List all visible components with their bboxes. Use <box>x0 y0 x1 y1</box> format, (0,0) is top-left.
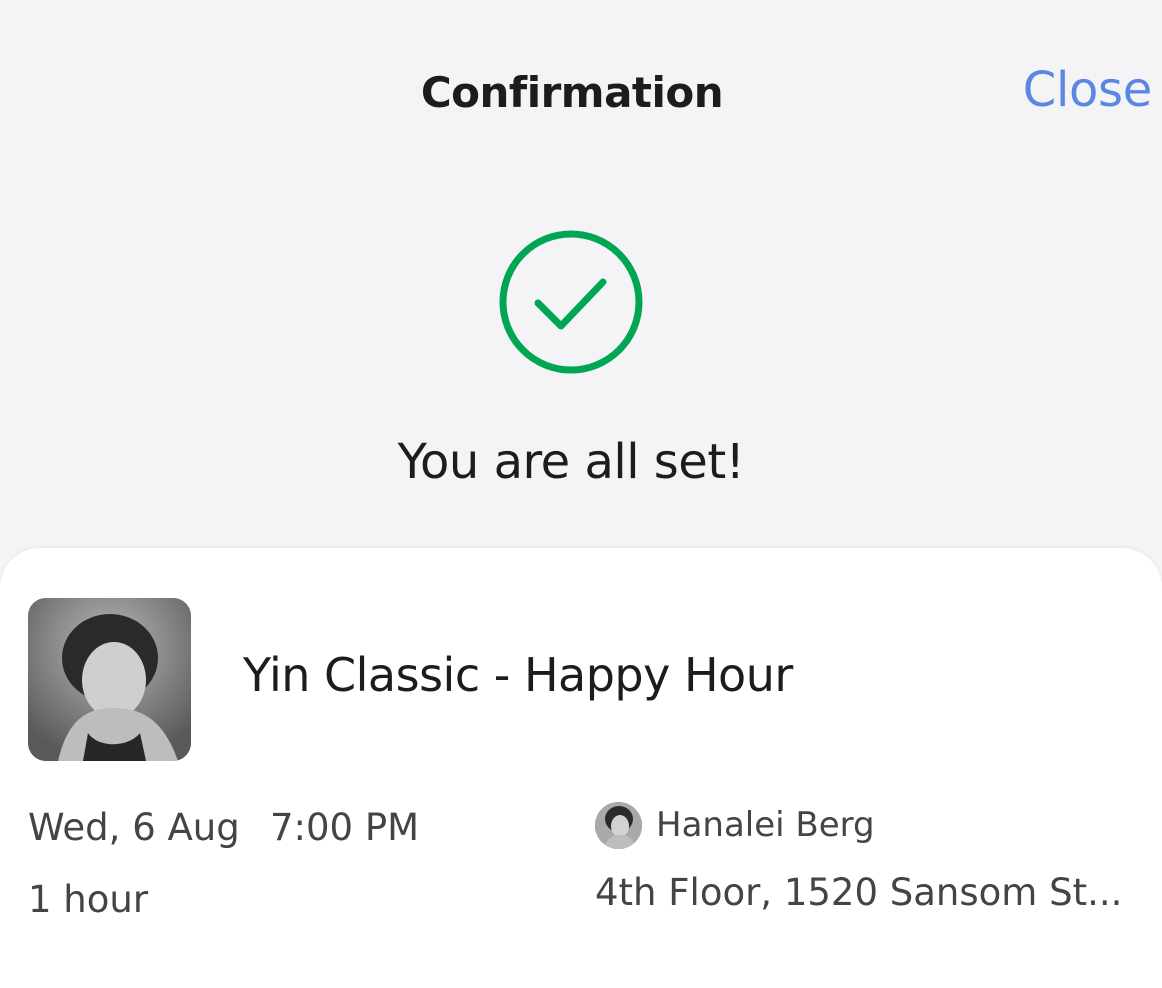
check-circle-icon <box>499 230 643 374</box>
class-title: Yin Classic - Happy Hour <box>243 648 793 702</box>
location-text[interactable]: 4th Floor, 1520 Sansom St... <box>595 871 1122 914</box>
booking-date: Wed, 6 Aug <box>28 806 240 849</box>
booking-duration: 1 hour <box>28 878 149 921</box>
booking-time: 7:00 PM <box>270 806 420 849</box>
class-thumbnail <box>28 598 191 761</box>
nav-title: Confirmation <box>420 68 724 117</box>
close-button[interactable]: Close <box>1023 62 1153 118</box>
instructor-name[interactable]: Hanalei Berg <box>656 805 875 845</box>
success-message: You are all set! <box>397 434 745 490</box>
instructor-avatar <box>595 802 642 849</box>
